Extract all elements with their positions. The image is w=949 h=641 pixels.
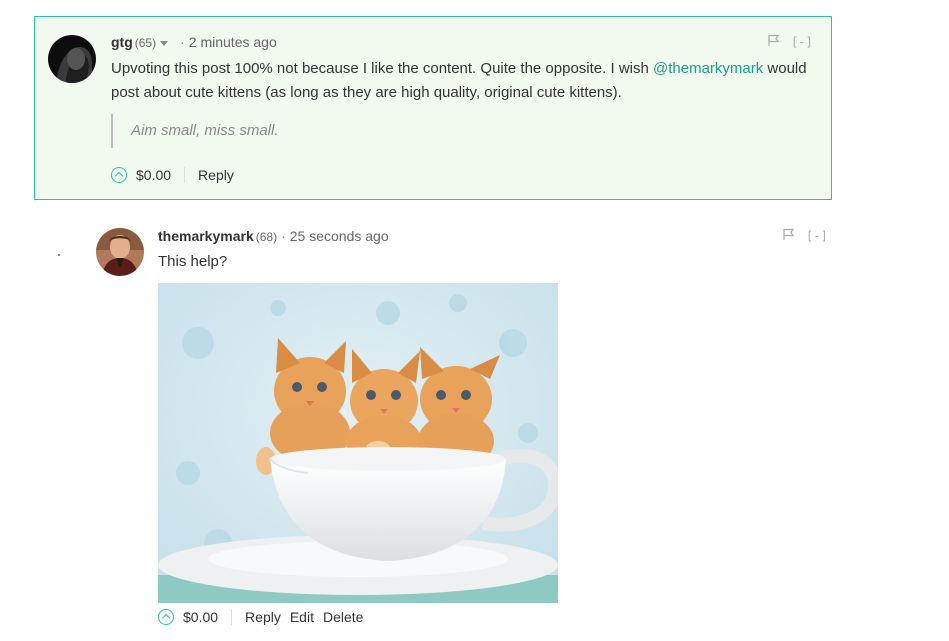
- delete-button[interactable]: Delete: [323, 608, 363, 626]
- user-mention-link[interactable]: @themarkymark: [653, 60, 763, 77]
- comment-controls: [-]: [768, 34, 813, 50]
- chevron-down-icon[interactable]: [160, 40, 169, 46]
- comment-blockquote: Aim small, miss small.: [111, 114, 279, 148]
- upvote-icon[interactable]: [111, 167, 127, 183]
- divider: [184, 167, 186, 183]
- reply-button[interactable]: Reply: [198, 166, 234, 184]
- separator-dot: ·: [281, 228, 286, 244]
- payout-value[interactable]: $0.00: [183, 608, 218, 626]
- separator-dot: ·: [180, 34, 185, 50]
- payout-value[interactable]: $0.00: [136, 166, 171, 184]
- comment-header: gtg (65) · 2 minutes ago: [111, 33, 277, 52]
- comment-timestamp[interactable]: 2 minutes ago: [189, 34, 277, 50]
- edit-button[interactable]: Edit: [290, 608, 314, 626]
- comment-body: This help?: [158, 253, 228, 270]
- avatar-gtg[interactable]: [48, 35, 96, 83]
- upvote-icon[interactable]: [158, 609, 174, 625]
- collapse-button[interactable]: [-]: [806, 229, 828, 243]
- author-name[interactable]: themarkymark: [158, 228, 254, 244]
- author-reputation: (68): [255, 230, 278, 244]
- divider: [231, 609, 233, 625]
- avatar-themarkymark[interactable]: [96, 228, 144, 276]
- reply-button[interactable]: Reply: [245, 608, 281, 626]
- comment-footer: $0.00 Reply Edit Delete: [158, 608, 372, 626]
- kittens-teacup-image: [158, 283, 558, 603]
- collapse-button[interactable]: [-]: [791, 35, 813, 49]
- comment-timestamp[interactable]: 25 seconds ago: [290, 228, 389, 244]
- comment-controls: [-]: [783, 228, 828, 244]
- comment-thread: gtg (65) · 2 minutes ago [-] Upvoting this …: [0, 0, 949, 641]
- comment-text: Upvoting this post 100% not because I li…: [111, 60, 653, 77]
- comment-footer: $0.00 Reply: [111, 166, 243, 184]
- thread-marker: [58, 254, 60, 256]
- flag-icon[interactable]: [783, 228, 795, 244]
- flag-icon[interactable]: [768, 34, 780, 50]
- comment-header: themarkymark (68) · 25 seconds ago: [158, 227, 389, 246]
- author-name[interactable]: gtg: [111, 34, 133, 50]
- author-reputation: (65): [134, 36, 157, 50]
- comment-body: Upvoting this post 100% not because I li…: [111, 57, 826, 105]
